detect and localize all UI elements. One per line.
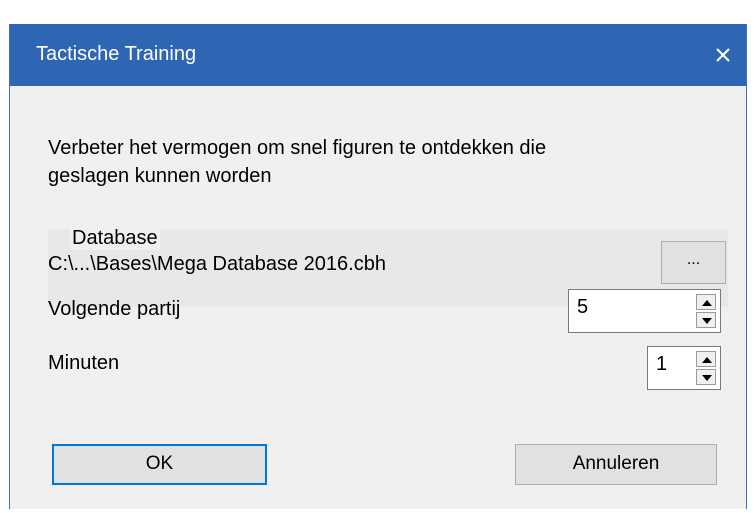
next-game-label: Volgende partij — [48, 298, 181, 320]
description-line-2: geslagen kunnen worden — [48, 165, 272, 187]
description-text: Verbeter het vermogen om snel figuren te… — [48, 134, 728, 190]
arrow-up-icon — [702, 300, 712, 306]
cancel-button[interactable]: Annuleren — [515, 444, 717, 485]
close-icon — [716, 48, 730, 62]
dialog-window: Tactische Training Verbeter het vermogen… — [9, 24, 747, 509]
next-game-spinner[interactable]: 5 — [568, 289, 721, 333]
title-bar[interactable]: Tactische Training — [10, 24, 746, 86]
arrow-down-icon — [702, 375, 712, 381]
next-game-value[interactable]: 5 — [577, 296, 588, 319]
arrow-down-icon — [702, 318, 712, 324]
minutes-increment-button[interactable] — [696, 351, 716, 367]
minutes-label: Minuten — [48, 352, 120, 374]
window-title: Tactische Training — [36, 43, 197, 65]
minutes-spinner[interactable]: 1 — [647, 346, 721, 390]
next-game-decrement-button[interactable] — [696, 312, 716, 328]
next-game-increment-button[interactable] — [696, 294, 716, 310]
minutes-value[interactable]: 1 — [656, 353, 667, 376]
minutes-spin-buttons — [696, 350, 716, 386]
arrow-up-icon — [702, 357, 712, 363]
browse-database-button[interactable]: ... — [661, 241, 726, 284]
minutes-decrement-button[interactable] — [696, 369, 716, 385]
database-path: C:\...\Bases\Mega Database 2016.cbh — [48, 253, 386, 275]
description-line-1: Verbeter het vermogen om snel figuren te… — [48, 137, 547, 159]
close-button[interactable] — [700, 24, 746, 86]
next-game-spin-buttons — [696, 293, 716, 329]
database-label: Database — [70, 227, 160, 250]
ok-button[interactable]: OK — [52, 444, 267, 485]
